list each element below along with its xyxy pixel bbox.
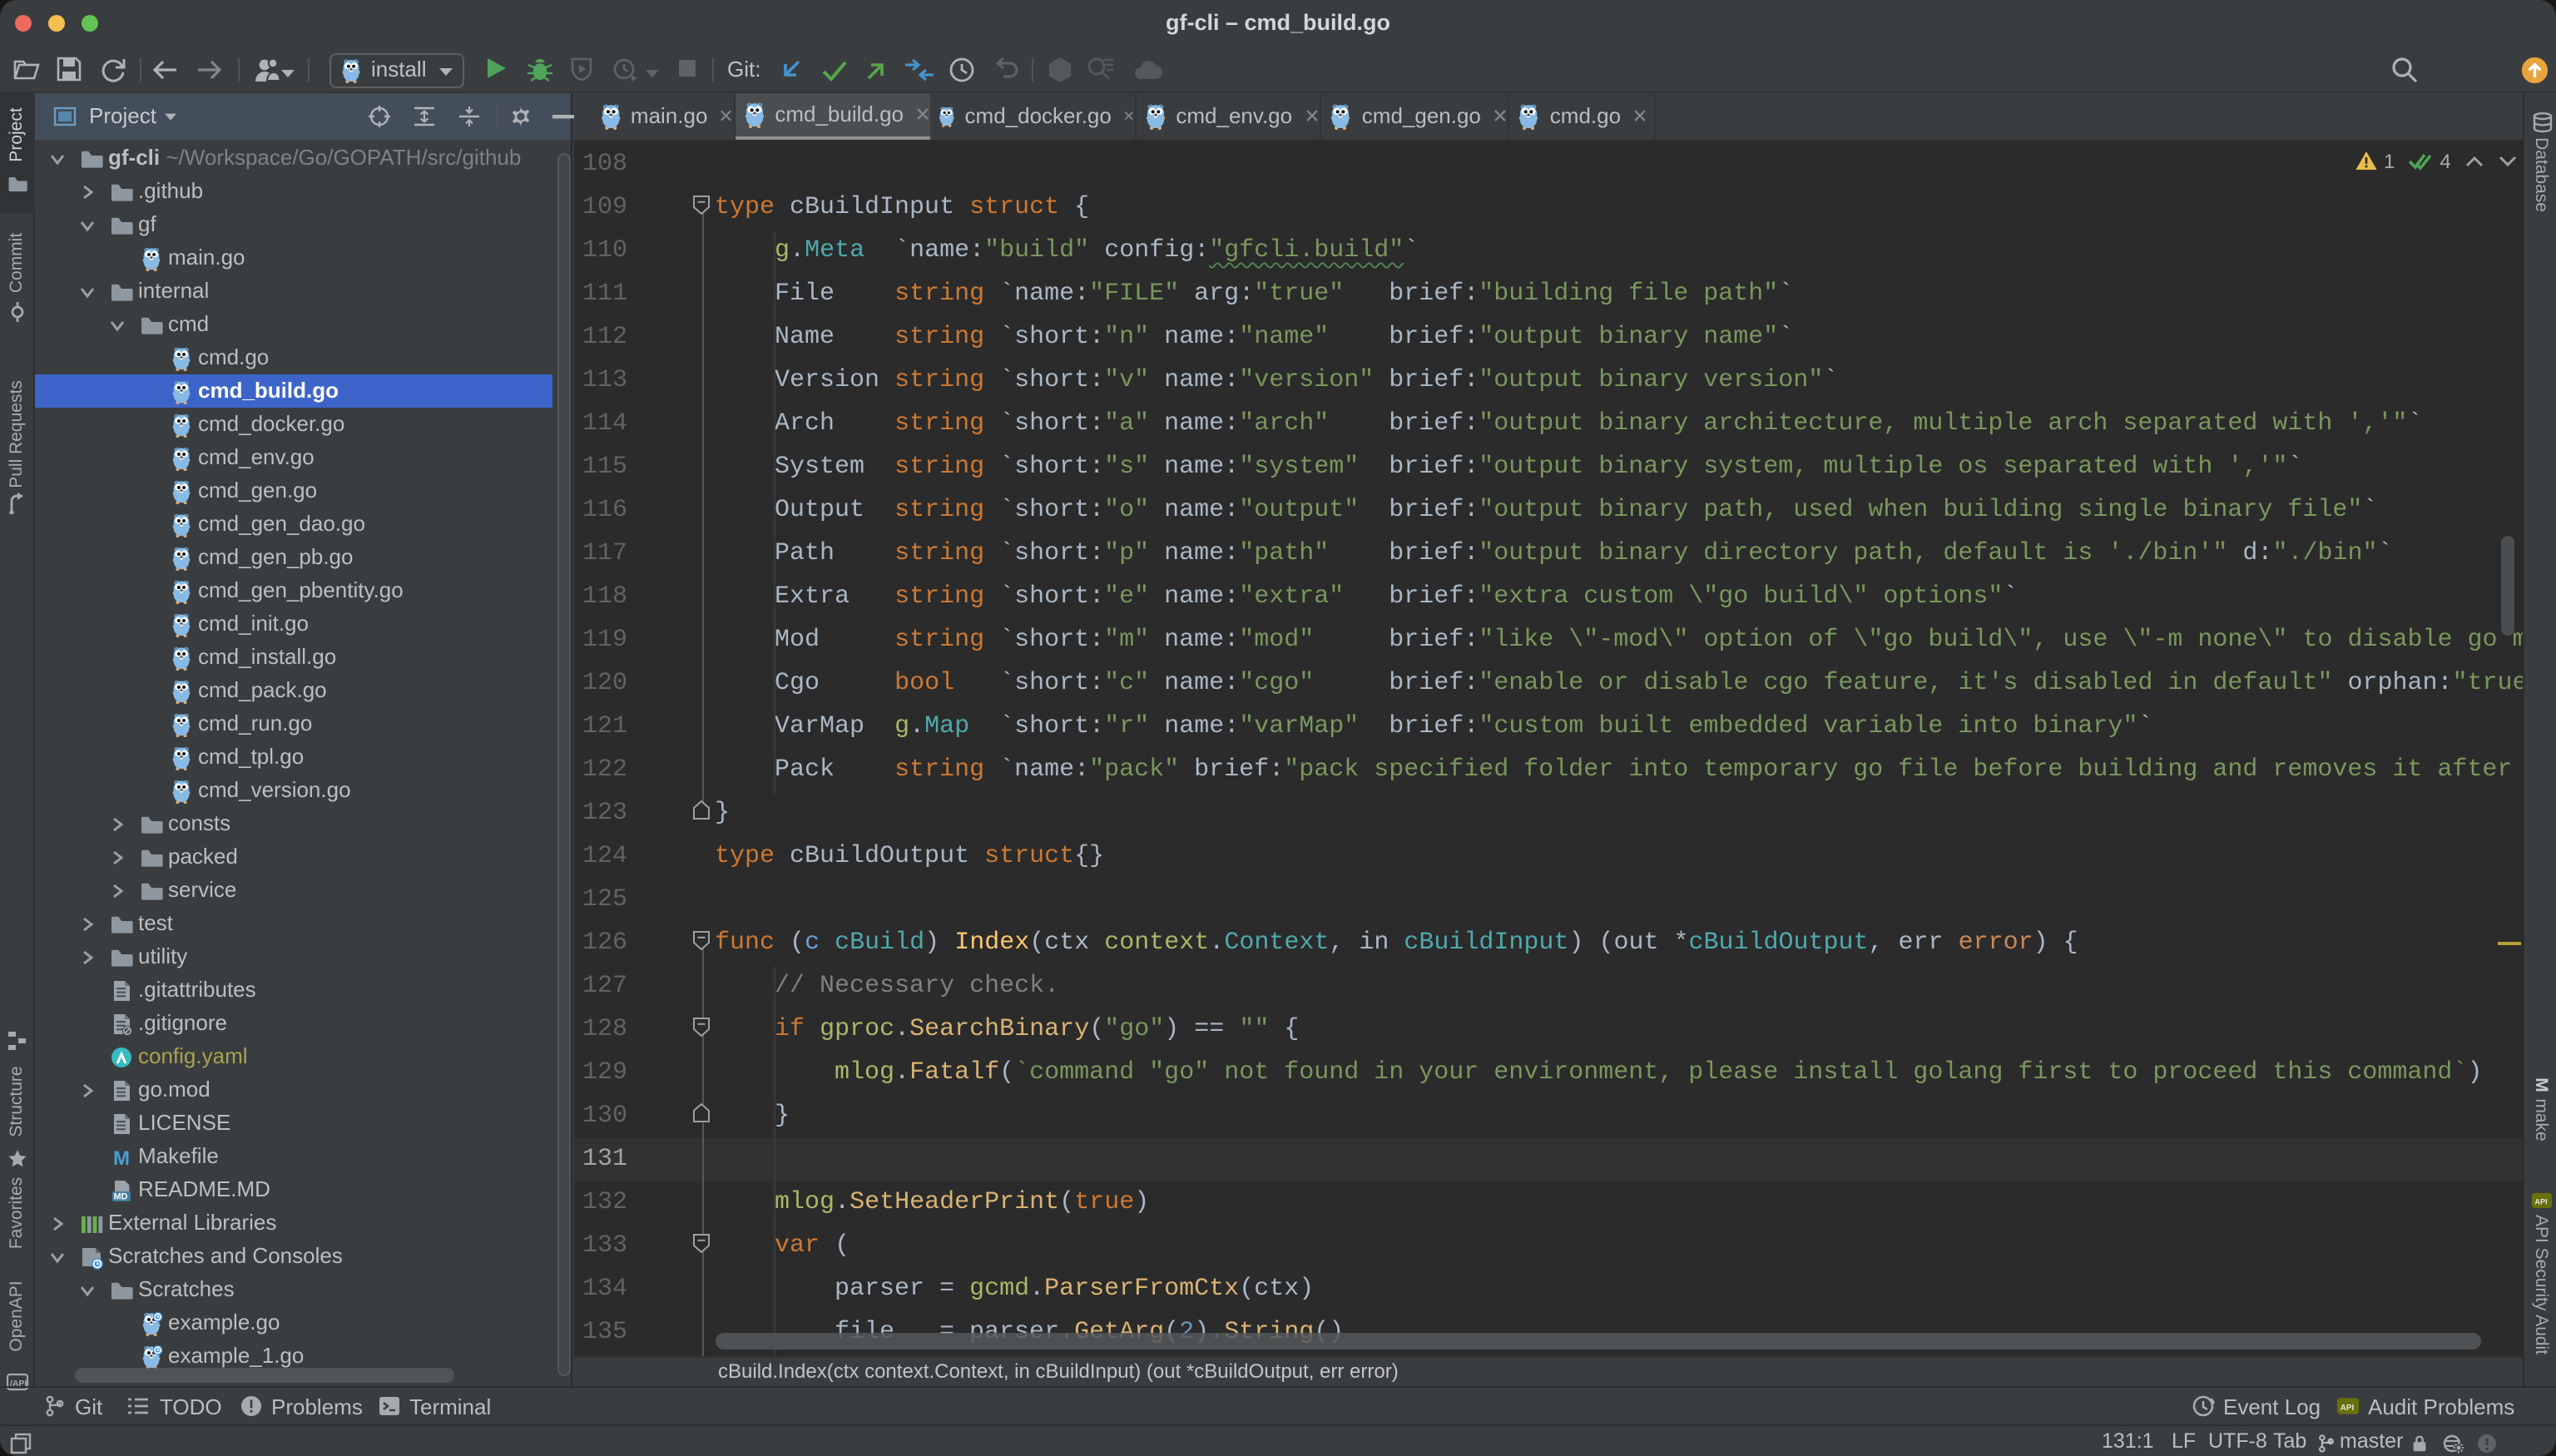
svg-text:API: API	[2341, 1404, 2355, 1413]
svg-text:API: API	[2534, 1198, 2546, 1206]
